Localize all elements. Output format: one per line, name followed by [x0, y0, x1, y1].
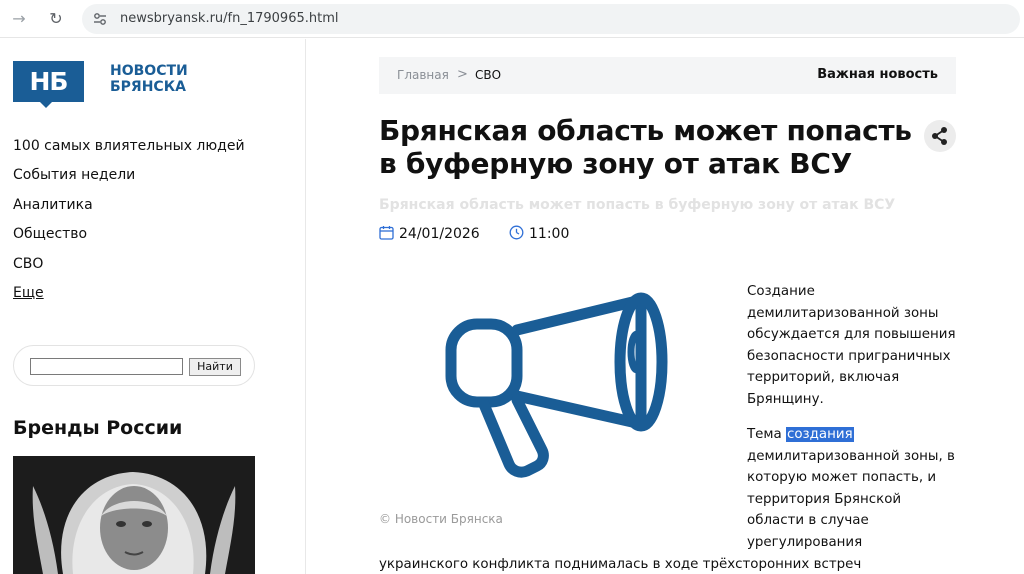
article-image[interactable] [379, 272, 729, 508]
article-time: 11:00 [529, 226, 570, 242]
logo-line-1: НОВОСТИ [110, 63, 188, 79]
sidebar-item-society[interactable]: Общество [13, 224, 245, 253]
search-input[interactable] [30, 358, 183, 375]
brands-heading: Бренды России [13, 417, 183, 439]
sidebar-item-events[interactable]: События недели [13, 165, 245, 194]
logo-text[interactable]: НОВОСТИ БРЯНСКА [110, 63, 188, 95]
breadcrumb-current[interactable]: СВО [475, 68, 501, 82]
breadcrumb: Главная > СВО Важная новость [379, 57, 956, 94]
paragraph-2-rest: демилитаризованной зоны, в которую может… [747, 448, 955, 550]
megaphone-icon [445, 292, 668, 478]
selected-text[interactable]: создания [785, 427, 854, 442]
breadcrumb-separator: > [457, 67, 468, 82]
logo[interactable]: НБ [13, 61, 84, 102]
paragraph-1: Создание демилитаризованной зоны обсужда… [747, 284, 956, 407]
important-news-label: Важная новость [817, 67, 938, 82]
article-date: 24/01/2026 [399, 226, 480, 242]
breadcrumb-home[interactable]: Главная [397, 68, 449, 82]
sidebar-item-more[interactable]: Еще [13, 283, 245, 312]
article-title: Брянская область может попасть в буферну… [379, 114, 912, 180]
article-subtitle: Брянская область может попасть в буферну… [379, 197, 896, 213]
article-body: Создание демилитаризованной зоны обсужда… [747, 281, 962, 567]
paragraph-2-start: Тема [747, 427, 786, 442]
sidebar: НБ НОВОСТИ БРЯНСКА 100 самых влиятельных… [0, 39, 306, 574]
address-bar[interactable]: newsbryansk.ru/fn_1790965.html [82, 4, 1020, 34]
logo-line-2: БРЯНСКА [110, 79, 186, 95]
image-caption: © Новости Брянска [379, 512, 503, 526]
sidebar-nav: 100 самых влиятельных людей События неде… [13, 136, 245, 312]
url-text: newsbryansk.ru/fn_1790965.html [120, 11, 339, 26]
sidebar-item-analytics[interactable]: Аналитика [13, 195, 245, 224]
arrow-right-icon[interactable]: → [9, 9, 29, 29]
sidebar-item-svo[interactable]: СВО [13, 254, 245, 283]
calendar-icon [379, 226, 394, 240]
tune-icon[interactable] [92, 11, 108, 27]
search-button[interactable]: Найти [189, 358, 241, 376]
browser-toolbar: → ↻ newsbryansk.ru/fn_1790965.html [0, 0, 1024, 38]
paragraph-2: Тема создания демилитаризованной зоны, в… [747, 424, 962, 553]
clock-icon [509, 225, 524, 240]
sidebar-item-influential[interactable]: 100 самых влиятельных людей [13, 136, 245, 165]
share-button[interactable] [924, 120, 956, 152]
reload-icon[interactable]: ↻ [46, 9, 66, 29]
brand-photo[interactable] [13, 456, 255, 574]
share-icon [932, 127, 947, 145]
logo-tail [38, 100, 54, 108]
search-form: Найти [13, 345, 255, 386]
paragraph-2-continued: украинского конфликта поднималась в ходе… [379, 557, 862, 572]
